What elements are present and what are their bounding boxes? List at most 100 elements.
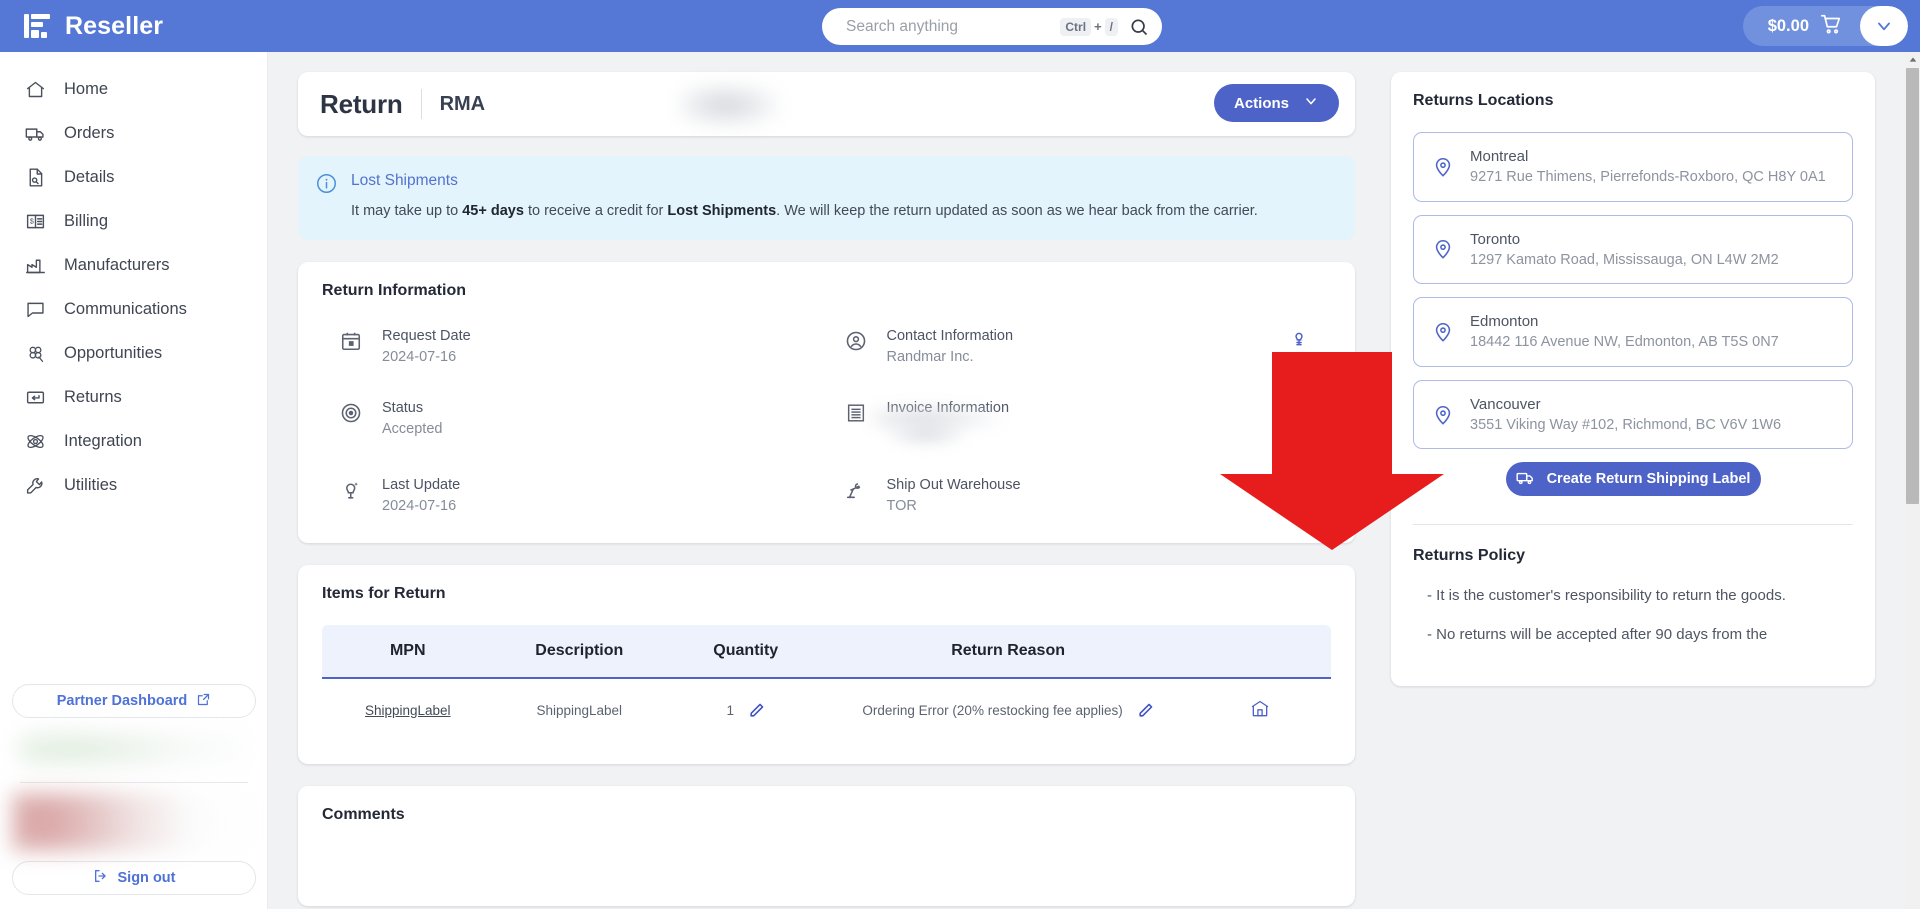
cell-quantity: 1	[665, 678, 826, 742]
account-dropdown-button[interactable]	[1860, 6, 1908, 46]
sidebar-item-orders[interactable]: Orders	[0, 111, 267, 155]
sign-out-button[interactable]: Sign out	[12, 861, 256, 895]
search-input[interactable]	[846, 17, 1061, 36]
invoice-value-blurred	[886, 422, 965, 445]
sidebar-item-label: Orders	[64, 123, 115, 142]
return-information-title: Return Information	[322, 281, 466, 299]
brand[interactable]: Reseller	[0, 0, 268, 52]
pencil-icon[interactable]	[748, 702, 765, 719]
alert-body-bold1: 45+ days	[462, 203, 524, 219]
archive-box-icon[interactable]	[1250, 700, 1270, 722]
document-search-icon	[24, 166, 46, 188]
sidebar-divider	[20, 782, 248, 783]
comments-title: Comments	[322, 805, 405, 823]
cart-pill: $0.00	[1742, 6, 1908, 46]
calendar-icon	[340, 330, 364, 354]
search-icon[interactable]	[1128, 16, 1150, 38]
actions-label: Actions	[1233, 94, 1289, 112]
return-information-card: Return Information Request Date 2024-07-…	[298, 261, 1355, 543]
sidebar-item-home[interactable]: Home	[0, 67, 267, 111]
sign-out-label: Sign out	[117, 870, 176, 886]
sidebar-item-billing[interactable]: $ Billing	[0, 199, 267, 243]
location-item-toronto[interactable]: Toronto 1297 Kamato Road, Mississauga, O…	[1413, 214, 1853, 285]
alert-body-part1: It may take up to	[351, 203, 463, 219]
map-pin-icon	[1432, 404, 1454, 426]
scrollbar-thumb[interactable]	[1906, 68, 1919, 504]
svg-text:$: $	[29, 218, 33, 225]
cell-actions	[1190, 678, 1331, 742]
vertical-scrollbar[interactable]	[1905, 52, 1920, 909]
sidebar-item-integration[interactable]: Integration	[0, 419, 267, 463]
items-for-return-card: Items for Return MPN Description Quantit…	[298, 564, 1355, 764]
sidebar-footer: Partner Dashboard Sign out	[0, 684, 268, 909]
map-pin-icon	[1432, 238, 1454, 260]
location-address: 9271 Rue Thimens, Pierrefonds-Roxboro, Q…	[1470, 169, 1826, 185]
user-profile-blurred	[12, 793, 256, 851]
create-return-shipping-label-button[interactable]: Create Return Shipping Label	[1505, 462, 1761, 497]
policy-divider	[1413, 524, 1853, 526]
location-name: Edmonton	[1470, 313, 1539, 331]
top-bar: Reseller Ctrl + / $0.00	[0, 0, 1920, 52]
field-value: 2024-07-16	[382, 497, 457, 514]
rma-number-blurred	[681, 84, 781, 126]
sidebar-item-label: Returns	[64, 387, 122, 406]
field-request-date: Request Date 2024-07-16	[322, 326, 827, 368]
column-header-return-reason: Return Reason	[826, 624, 1190, 679]
sidebar-item-manufacturers[interactable]: Manufacturers	[0, 243, 267, 287]
sidebar: Home Orders Details $ Billing Manufactur…	[0, 52, 268, 909]
actions-button[interactable]: Actions	[1213, 84, 1339, 122]
scroll-up-icon[interactable]	[1905, 52, 1920, 68]
returns-sidebar-card: Returns Locations Montreal 9271 Rue Thim…	[1391, 72, 1875, 687]
alert-body-part3: . We will keep the return updated as soo…	[776, 203, 1258, 219]
field-value: 2024-07-16	[382, 348, 457, 365]
location-item-montreal[interactable]: Montreal 9271 Rue Thimens, Pierrefonds-R…	[1413, 132, 1853, 202]
sidebar-item-label: Communications	[64, 299, 187, 318]
search-bar[interactable]: Ctrl + /	[822, 8, 1162, 45]
location-address: 1297 Kamato Road, Mississauga, ON L4W 2M…	[1470, 251, 1779, 268]
map-pin-icon	[1432, 156, 1454, 178]
sidebar-item-opportunities[interactable]: Opportunities	[0, 331, 267, 375]
title-divider	[420, 89, 422, 119]
sidebar-item-label: Opportunities	[64, 343, 163, 362]
field-ship-out-warehouse: Ship Out Warehouse TOR	[827, 475, 1332, 517]
right-column: Returns Locations Montreal 9271 Rue Thim…	[1391, 72, 1875, 906]
partner-dashboard-button[interactable]: Partner Dashboard	[12, 684, 256, 718]
table-row: ShippingLabel ShippingLabel 1 Ordering E…	[322, 678, 1331, 742]
field-label: Invoice Information	[886, 399, 1010, 416]
external-link-icon	[196, 692, 211, 711]
sidebar-item-communications[interactable]: Communications	[0, 287, 267, 331]
table-header-row: MPN Description Quantity Return Reason	[322, 624, 1331, 679]
location-item-vancouver[interactable]: Vancouver 3551 Viking Way #102, Richmond…	[1413, 379, 1853, 450]
return-information-grid: Request Date 2024-07-16 Contact Informat…	[322, 326, 1331, 517]
factory-icon	[24, 254, 46, 276]
reseller-logo-icon	[22, 11, 52, 41]
items-table: MPN Description Quantity Return Reason S…	[322, 624, 1331, 742]
sidebar-item-label: Manufacturers	[64, 255, 170, 274]
lightbulb-icon[interactable]	[1289, 328, 1309, 348]
home-icon	[24, 78, 46, 100]
cart-button[interactable]: $0.00	[1743, 6, 1860, 46]
pencil-icon[interactable]	[1137, 702, 1154, 719]
truck-icon	[24, 122, 46, 144]
mpn-link[interactable]: ShippingLabel	[365, 703, 451, 718]
sidebar-item-returns[interactable]: Returns	[0, 375, 267, 419]
search-shortcut-hint: Ctrl + /	[1060, 17, 1118, 36]
sidebar-item-label: Utilities	[64, 475, 118, 494]
location-address: 18442 116 Avenue NW, Edmonton, AB T5S 0N…	[1470, 334, 1779, 351]
items-for-return-title: Items for Return	[322, 584, 446, 602]
left-column: Return RMA Actions Lost Shipments It may…	[298, 72, 1355, 906]
field-label: Last Update	[382, 476, 461, 493]
policy-line: - No returns will be accepted after 90 d…	[1427, 625, 1768, 643]
field-label: Request Date	[382, 327, 471, 344]
sidebar-nav: Home Orders Details $ Billing Manufactur…	[0, 52, 267, 507]
sidebar-item-utilities[interactable]: Utilities	[0, 463, 267, 507]
quantity-value: 1	[726, 702, 734, 718]
field-label: Status	[382, 399, 424, 416]
target-icon	[340, 402, 364, 426]
location-item-edmonton[interactable]: Edmonton 18442 116 Avenue NW, Edmonton, …	[1413, 297, 1853, 367]
kbd-plus: +	[1094, 19, 1102, 34]
lightbulb-icon[interactable]	[1289, 400, 1309, 420]
sidebar-item-label: Billing	[64, 211, 109, 230]
sidebar-item-details[interactable]: Details	[0, 155, 267, 199]
cart-amount: $0.00	[1767, 16, 1809, 35]
